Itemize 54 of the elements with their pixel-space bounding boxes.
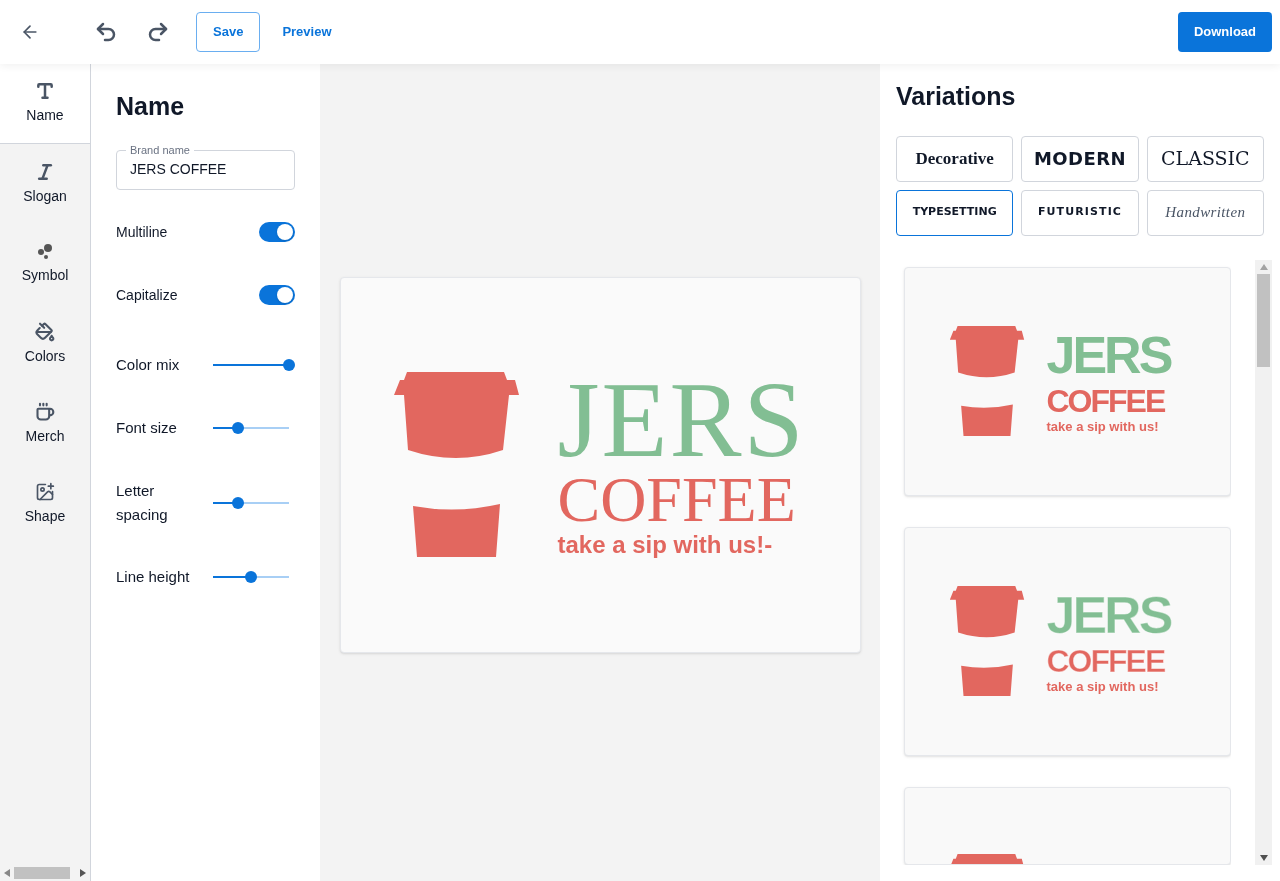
- left-arrow-icon[interactable]: [4, 869, 10, 877]
- sidebar-tab[interactable]: Name: [0, 64, 90, 144]
- slider-label: Color mix: [116, 355, 181, 375]
- logo-name: JERS: [1046, 587, 1171, 643]
- cup-icon: [394, 372, 520, 557]
- image-icon: [35, 481, 55, 502]
- italic-icon: [35, 161, 55, 182]
- logo-slogan: take a sip with us!: [1046, 419, 1159, 435]
- down-arrow-icon[interactable]: [1259, 855, 1268, 861]
- slider-thumb[interactable]: [232, 496, 245, 509]
- vertical-scrollbar[interactable]: [1255, 259, 1272, 865]
- scrollbar-thumb[interactable]: [14, 867, 70, 879]
- slider-thumb[interactable]: [245, 571, 257, 583]
- toggle-label: Capitalize: [116, 285, 178, 305]
- logo-name: COFFEE: [1046, 643, 1165, 679]
- mug-icon: [35, 401, 55, 422]
- panel-title: Name: [116, 91, 186, 122]
- save-button[interactable]: Save: [196, 12, 261, 52]
- logo-card[interactable]: [904, 786, 1231, 865]
- toggle-switch[interactable]: [259, 222, 295, 242]
- logo-slogan: take a sip with us!: [1046, 679, 1159, 695]
- sidebar-tab[interactable]: Slogan: [0, 144, 90, 224]
- cup-icon: [948, 326, 1025, 436]
- style-option[interactable]: MODERN: [1021, 135, 1139, 182]
- variations-title: Variations: [896, 81, 1017, 112]
- right-arrow-icon[interactable]: [80, 869, 86, 877]
- toggle-switch[interactable]: [259, 285, 295, 305]
- slider-label: Line height: [116, 567, 191, 587]
- logo-name: JERS: [557, 371, 806, 468]
- dots-icon: [36, 242, 54, 261]
- slider-thumb[interactable]: [232, 422, 245, 434]
- text-icon: [35, 81, 55, 101]
- logo-name: COFFEE: [1046, 383, 1165, 419]
- style-option[interactable]: FUTURISTIC: [1021, 189, 1139, 236]
- scrollbar-thumb[interactable]: [1257, 273, 1270, 367]
- style-option[interactable]: TYPESETTING: [896, 189, 1014, 236]
- toggle-label: Multiline: [116, 222, 168, 242]
- slider-label: Font size: [116, 418, 178, 438]
- style-option[interactable]: CLASSIC: [1146, 135, 1264, 182]
- preview-link[interactable]: Preview: [266, 12, 348, 52]
- download-button[interactable]: Download: [1177, 12, 1272, 52]
- sidebar-tab[interactable]: Merch: [0, 384, 90, 464]
- paint-bucket-icon: [35, 321, 55, 342]
- slider-thumb[interactable]: [283, 359, 295, 371]
- logo-slogan: take a sip with us!-: [557, 531, 773, 558]
- sidebar-tab[interactable]: Colors: [0, 304, 90, 384]
- cup-icon: [948, 586, 1025, 696]
- sidebar-tab[interactable]: Symbol: [0, 224, 90, 304]
- sidebar-tab[interactable]: Shape: [0, 464, 90, 544]
- style-option[interactable]: Handwritten: [1146, 189, 1264, 236]
- logo-name: COFFEE: [557, 467, 796, 532]
- slider-label: Letter spacing: [116, 480, 169, 525]
- logo-name: JERS: [1046, 327, 1171, 383]
- style-option[interactable]: Decorative: [896, 135, 1014, 182]
